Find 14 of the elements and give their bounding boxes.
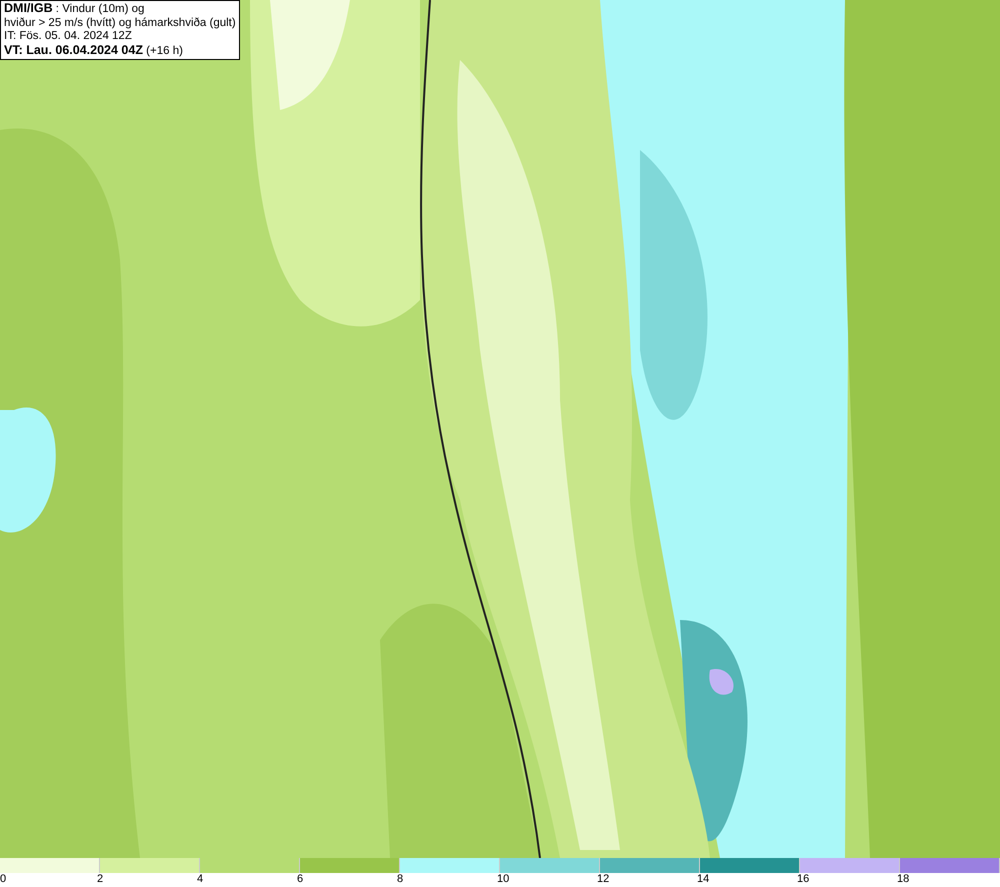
legend-label: 4 bbox=[197, 873, 204, 886]
legend-label: 6 bbox=[297, 873, 304, 886]
legend-label: 10 bbox=[497, 873, 510, 886]
legend-label: 8 bbox=[397, 873, 404, 886]
legend-label: 18 bbox=[897, 873, 910, 886]
legend-label: 12 bbox=[597, 873, 610, 886]
legend-label: 0 bbox=[0, 873, 6, 886]
title-line: IT: Fös. 05. 04. 2024 12Z bbox=[4, 30, 133, 44]
title-line: DMI/IGB : Vindur (10m) og bbox=[4, 2, 146, 16]
legend-label: 16 bbox=[797, 873, 810, 886]
title-line: hviður > 25 m/s (hvítt) og hámarkshviða (gult) bbox=[4, 16, 236, 30]
title-line: VT: Lau. 06.04.2024 04Z (+16 h) bbox=[4, 44, 184, 58]
legend-label: 2 bbox=[97, 873, 104, 886]
legend-label: 14 bbox=[697, 873, 710, 886]
